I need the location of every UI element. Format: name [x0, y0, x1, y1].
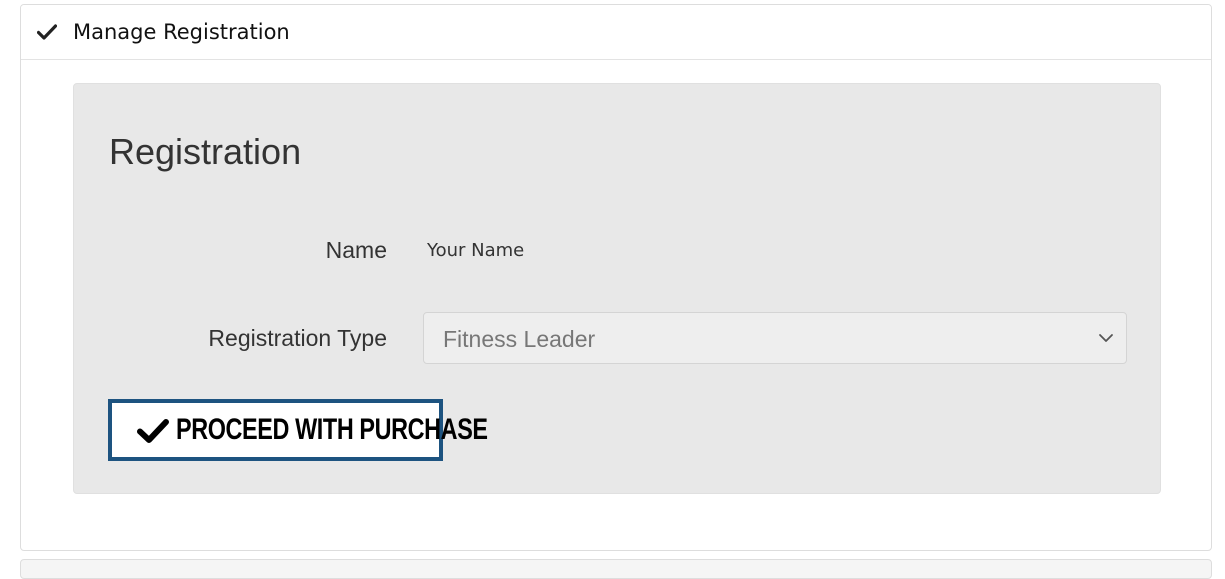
- check-icon: [37, 24, 57, 40]
- registration-heading: Registration: [109, 131, 302, 172]
- proceed-with-purchase-button[interactable]: PROCEED WITH PURCHASE: [108, 399, 488, 461]
- panel-heading[interactable]: Manage Registration: [21, 5, 1211, 60]
- name-label: Name: [325, 237, 387, 263]
- registration-type-select[interactable]: Fitness Leader: [423, 312, 1127, 364]
- manage-registration-panel: Manage Registration Registration Name Yo…: [20, 4, 1212, 551]
- registration-type-value: Fitness Leader: [443, 326, 596, 352]
- check-icon: [137, 419, 169, 443]
- registration-form: Registration Name Your Name Registration…: [73, 83, 1161, 494]
- registration-type-label: Registration Type: [208, 325, 387, 351]
- name-value: Your Name: [427, 240, 525, 261]
- panel-title: Manage Registration: [73, 20, 290, 44]
- proceed-button-label: PROCEED WITH PURCHASE: [176, 413, 488, 446]
- chevron-down-icon: [1099, 334, 1113, 342]
- next-panel-edge: [20, 559, 1212, 579]
